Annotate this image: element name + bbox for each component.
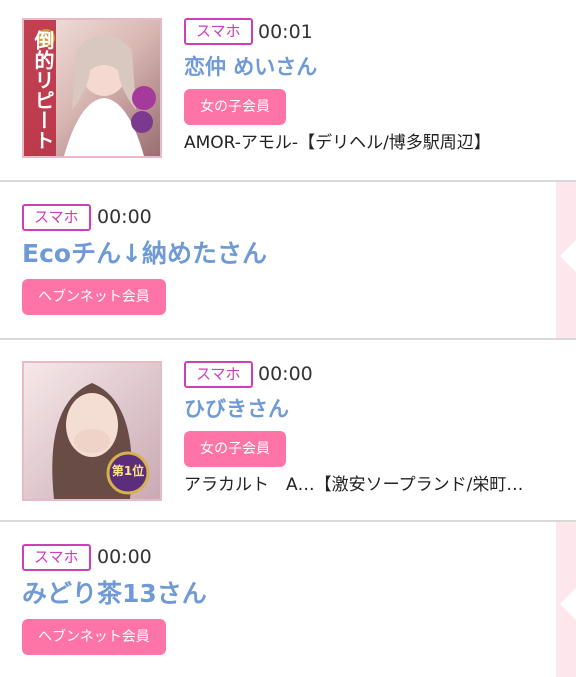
- feed-entry[interactable]: スマホ 00:00 みどり茶13さん ヘブンネット会員: [0, 522, 576, 677]
- member-type-button[interactable]: 女の子会員: [184, 431, 286, 467]
- member-type-button[interactable]: ヘブンネット会員: [22, 279, 166, 315]
- side-strip: [556, 182, 576, 338]
- feed-entry[interactable]: スマホ 00:00 Ecoチん↓納めたさん ヘブンネット会員: [0, 182, 576, 340]
- user-name[interactable]: ひびきさん: [184, 395, 289, 423]
- member-type-button[interactable]: 女の子会員: [184, 89, 286, 125]
- device-badge: スマホ: [184, 361, 253, 388]
- chevron-left-icon: [560, 240, 576, 272]
- user-name[interactable]: みどり茶13さん: [22, 578, 207, 610]
- user-name[interactable]: 恋仲 めいさん: [184, 53, 317, 81]
- device-badge: スマホ: [22, 544, 91, 571]
- device-badge: スマホ: [22, 204, 91, 231]
- access-feed: 倒的リピート スマホ 00:01 恋仲 めいさん 女の子会員 AMOR-アモル-…: [0, 0, 576, 677]
- member-type-button[interactable]: ヘブンネット会員: [22, 619, 166, 655]
- profile-thumbnail[interactable]: 第1位: [22, 361, 162, 501]
- feed-entry[interactable]: 倒的リピート スマホ 00:01 恋仲 めいさん 女の子会員 AMOR-アモル-…: [0, 0, 576, 182]
- chevron-left-icon: [560, 588, 576, 620]
- access-time: 00:00: [97, 206, 152, 228]
- user-name[interactable]: Ecoチん↓納めたさん: [22, 238, 267, 270]
- shop-name[interactable]: アラカルト A…【激安ソープランド/栄町…: [184, 473, 523, 497]
- thumbnail-caption: 倒的リピート: [31, 30, 55, 150]
- rank-badge-text: 第1位: [111, 464, 145, 478]
- side-strip: [556, 522, 576, 677]
- access-time: 00:01: [258, 21, 313, 43]
- profile-thumbnail[interactable]: 倒的リピート: [22, 18, 162, 158]
- feed-entry[interactable]: 第1位 スマホ 00:00 ひびきさん 女の子会員 アラカルト A…【激安ソープ…: [0, 340, 576, 522]
- access-time: 00:00: [258, 363, 313, 385]
- access-time: 00:00: [97, 546, 152, 568]
- shop-name[interactable]: AMOR-アモル-【デリヘル/博多駅周辺】: [184, 131, 491, 155]
- device-badge: スマホ: [184, 18, 253, 45]
